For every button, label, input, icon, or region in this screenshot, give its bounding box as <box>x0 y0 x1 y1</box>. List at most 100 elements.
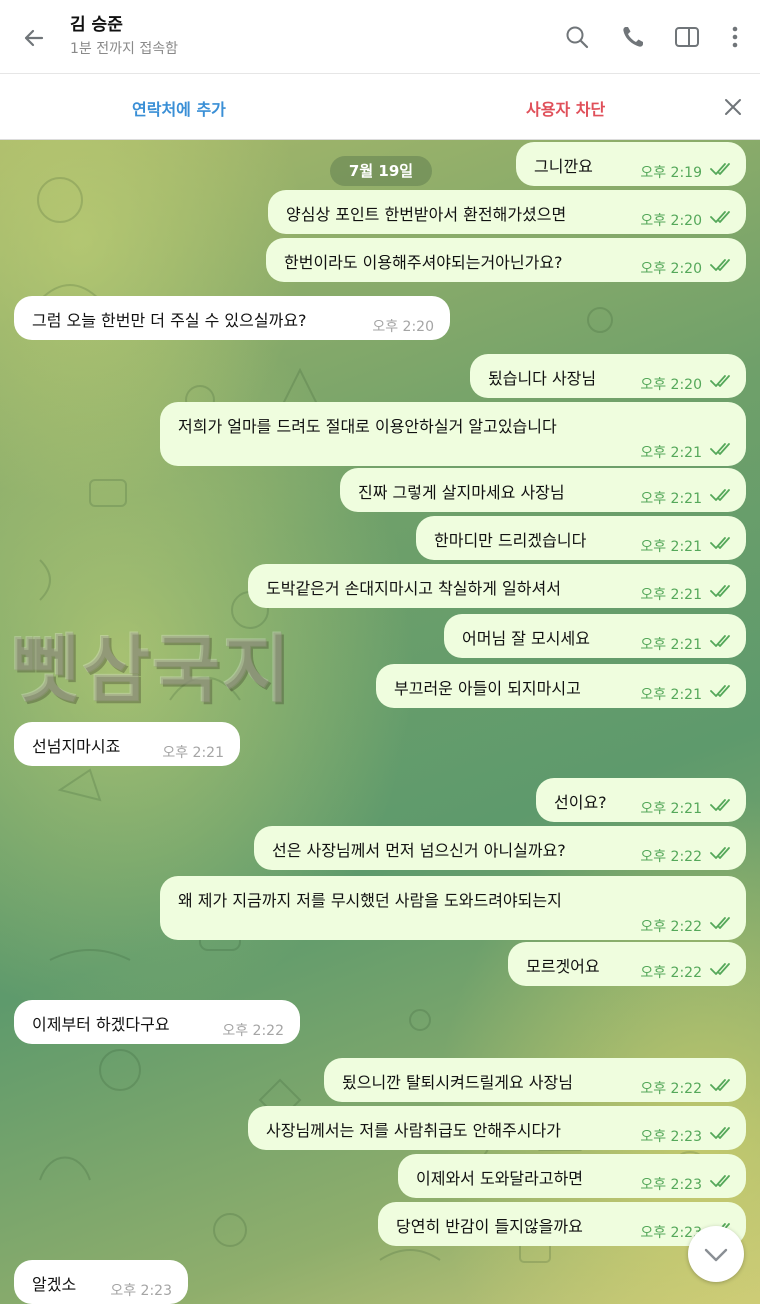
search-icon <box>566 26 589 49</box>
message-text: 도박같은거 손대지마시고 착실하게 일하셔서 <box>266 579 561 598</box>
message-text: 됬습니다 사장님 <box>488 369 597 388</box>
double-check-icon <box>710 799 730 811</box>
block-user-button[interactable]: 사용자 차단 <box>526 96 605 120</box>
message-text: 됬으니깐 탈퇴시켜드릴게요 사장님 <box>342 1073 573 1092</box>
message-bubble-outgoing[interactable]: 양심상 포인트 한번받아서 환전해가셨으면 오후 2:20 <box>268 190 746 234</box>
chat-header: 김 승준 1분 전까지 접속함 <box>0 0 760 74</box>
message-bubble-incoming[interactable]: 그럼 오늘 한번만 더 주실 수 있으실까요? 오후 2:20 <box>14 296 450 340</box>
message-bubble-outgoing[interactable]: 선은 사장님께서 먼저 넘으신거 아니실까요? 오후 2:22 <box>254 826 746 870</box>
double-check-icon <box>710 1127 730 1139</box>
back-arrow-icon <box>24 29 44 47</box>
double-check-icon <box>710 537 730 549</box>
message-bubble-outgoing[interactable]: 됬으니깐 탈퇴시켜드릴게요 사장님 오후 2:22 <box>324 1058 746 1102</box>
message-time: 오후 2:19 <box>640 165 702 181</box>
double-check-icon <box>710 1079 730 1091</box>
message-time: 오후 2:20 <box>640 213 702 229</box>
double-check-icon <box>710 163 730 175</box>
more-button[interactable] <box>720 22 750 52</box>
message-bubble-outgoing[interactable]: 이제와서 도와달라고하면 오후 2:23 <box>398 1154 746 1198</box>
message-text: 저희가 얼마를 드려도 절대로 이용안하실거 알고있습니다 <box>178 417 557 436</box>
message-text: 사장님께서는 저를 사람취급도 안해주시다가 <box>266 1121 561 1140</box>
double-check-icon <box>710 489 730 501</box>
message-time: 오후 2:21 <box>640 687 702 703</box>
message-text: 그럼 오늘 한번만 더 주실 수 있으실까요? <box>32 311 307 330</box>
message-bubble-outgoing[interactable]: 됬습니다 사장님 오후 2:20 <box>470 354 746 398</box>
scroll-to-bottom-button[interactable] <box>688 1226 744 1282</box>
date-separator: 7월 19일 <box>330 156 432 186</box>
double-check-icon <box>710 585 730 597</box>
message-bubble-outgoing[interactable]: 한번이라도 이용해주셔야되는거아닌가요? 오후 2:20 <box>266 238 746 282</box>
message-text: 이제부터 하겠다구요 <box>32 1015 170 1034</box>
add-contact-button[interactable]: 연락처에 추가 <box>132 96 226 120</box>
message-time: 오후 2:23 <box>640 1129 702 1145</box>
message-text: 이제와서 도와달라고하면 <box>416 1169 584 1188</box>
message-time: 오후 2:21 <box>640 637 702 653</box>
message-time: 오후 2:20 <box>372 319 434 335</box>
message-bubble-outgoing[interactable]: 어머님 잘 모시세요 오후 2:21 <box>444 614 746 658</box>
message-text: 왜 제가 지금까지 저를 무시했던 사람을 도와드려야되는지 <box>178 891 562 910</box>
message-time: 오후 2:21 <box>640 587 702 603</box>
message-text: 당연히 반감이 들지않을까요 <box>396 1217 583 1236</box>
message-bubble-outgoing[interactable]: 왜 제가 지금까지 저를 무시했던 사람을 도와드려야되는지 오후 2:22 <box>160 876 746 940</box>
message-bubble-outgoing[interactable]: 도박같은거 손대지마시고 착실하게 일하셔서 오후 2:21 <box>248 564 746 608</box>
message-bubble-outgoing[interactable]: 모르겟어요 오후 2:22 <box>508 942 746 986</box>
message-text: 어머님 잘 모시세요 <box>462 629 590 648</box>
message-time: 오후 2:22 <box>640 849 702 865</box>
close-icon <box>725 99 741 115</box>
chevron-down-icon <box>704 1248 728 1262</box>
message-time: 오후 2:23 <box>110 1283 172 1299</box>
message-time: 오후 2:21 <box>640 445 702 461</box>
message-text: 양심상 포인트 한번받아서 환전해가셨으면 <box>286 205 567 224</box>
double-check-icon <box>710 917 730 929</box>
double-check-icon <box>710 211 730 223</box>
message-text: 그니깐요 <box>534 157 593 176</box>
message-text: 선넘지마시죠 <box>32 737 121 756</box>
message-bubble-outgoing[interactable]: 진짜 그렇게 살지마세요 사장님 오후 2:21 <box>340 468 746 512</box>
double-check-icon <box>710 685 730 697</box>
close-action-bar-button[interactable] <box>720 94 746 120</box>
message-time: 오후 2:21 <box>640 801 702 817</box>
message-bubble-outgoing[interactable]: 그니깐요 오후 2:19 <box>516 142 746 186</box>
message-time: 오후 2:22 <box>222 1023 284 1039</box>
message-text: 진짜 그렇게 살지마세요 사장님 <box>358 483 565 502</box>
message-bubble-outgoing[interactable]: 부끄러운 아들이 되지마시고 오후 2:21 <box>376 664 746 708</box>
message-time: 오후 2:22 <box>640 965 702 981</box>
chat-title[interactable]: 김 승준 <box>70 10 123 35</box>
back-button[interactable] <box>18 22 50 54</box>
message-bubble-outgoing[interactable]: 사장님께서는 저를 사람취급도 안해주시다가 오후 2:23 <box>248 1106 746 1150</box>
sidebar-toggle-button[interactable] <box>672 22 702 52</box>
double-check-icon <box>710 375 730 387</box>
message-bubble-outgoing[interactable]: 저희가 얼마를 드려도 절대로 이용안하실거 알고있습니다 오후 2:21 <box>160 402 746 466</box>
double-check-icon <box>710 1175 730 1187</box>
message-text: 알겠소 <box>32 1275 77 1294</box>
message-time: 오후 2:22 <box>640 919 702 935</box>
sidebar-toggle-icon <box>675 27 699 47</box>
search-button[interactable] <box>562 22 592 52</box>
watermark: 뻿삼국지 <box>12 627 293 713</box>
double-check-icon <box>710 963 730 975</box>
message-text: 부끄러운 아들이 되지마시고 <box>394 679 581 698</box>
message-bubble-incoming[interactable]: 선넘지마시죠 오후 2:21 <box>14 722 240 766</box>
message-bubble-incoming[interactable]: 알겠소 오후 2:23 <box>14 1260 188 1304</box>
more-vertical-icon <box>732 26 738 48</box>
message-text: 한마디만 드리겠습니다 <box>434 531 587 550</box>
last-seen-status: 1분 전까지 접속함 <box>70 41 178 57</box>
contact-action-bar: 연락처에 추가 사용자 차단 <box>0 74 760 140</box>
message-time: 오후 2:20 <box>640 377 702 393</box>
message-bubble-outgoing[interactable]: 한마디만 드리겠습니다 오후 2:21 <box>416 516 746 560</box>
chat-area[interactable]: 뻿삼국지 7월 19일 그니깐요 오후 2:19 양심상 포인트 한번받아서 환… <box>0 140 760 1304</box>
double-check-icon <box>710 847 730 859</box>
message-time: 오후 2:20 <box>640 261 702 277</box>
message-text: 선이요? <box>554 793 607 812</box>
phone-icon <box>623 27 643 47</box>
message-bubble-incoming[interactable]: 이제부터 하겠다구요 오후 2:22 <box>14 1000 300 1044</box>
message-bubble-outgoing[interactable]: 선이요? 오후 2:21 <box>536 778 746 822</box>
message-time: 오후 2:21 <box>162 745 224 761</box>
double-check-icon <box>710 635 730 647</box>
message-text: 한번이라도 이용해주셔야되는거아닌가요? <box>284 253 563 272</box>
call-button[interactable] <box>618 22 648 52</box>
message-time: 오후 2:21 <box>640 491 702 507</box>
message-text: 선은 사장님께서 먼저 넘으신거 아니실까요? <box>272 841 566 860</box>
double-check-icon <box>710 259 730 271</box>
message-time: 오후 2:21 <box>640 539 702 555</box>
